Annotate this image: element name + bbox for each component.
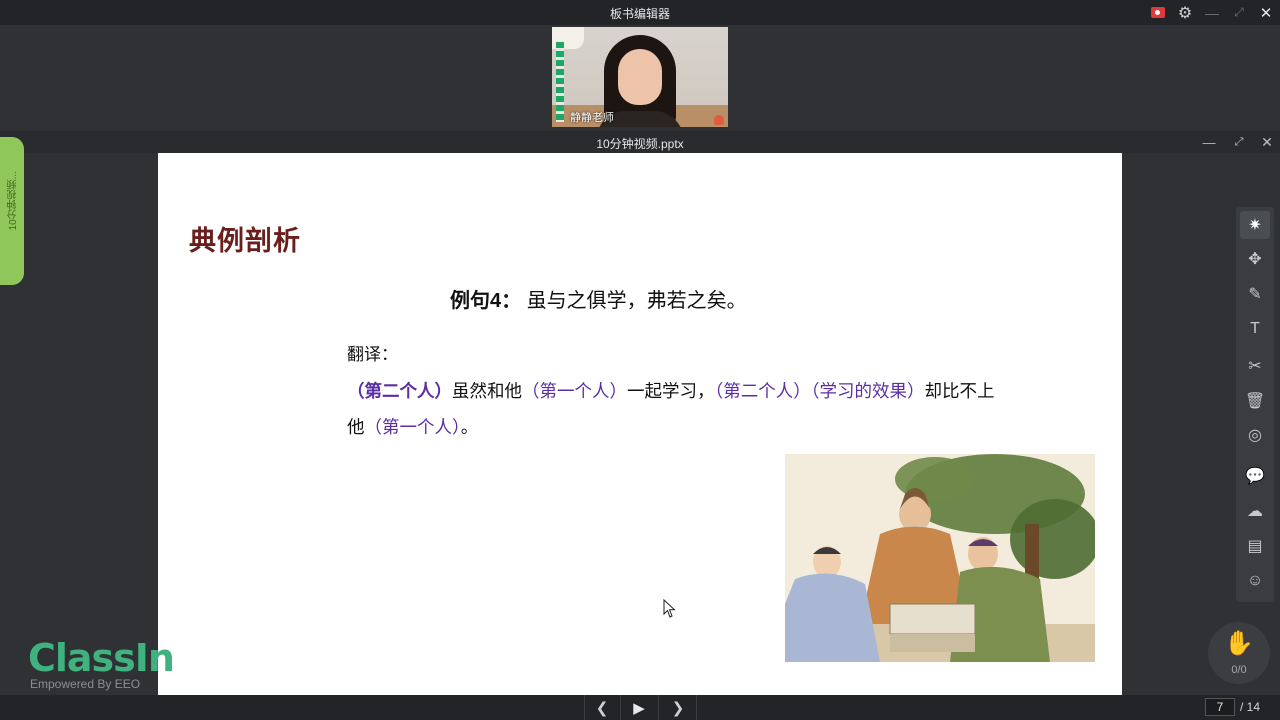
window-title: 板书编辑器 (609, 7, 670, 21)
text-tool-button[interactable]: T (1240, 315, 1270, 343)
translation-part: （第二个人） (347, 381, 452, 401)
document-close-button[interactable]: ✕ (1258, 133, 1276, 151)
teacher-name-label: 静静老师 (570, 112, 614, 124)
tool-panel: ✷ ✥ ✎ T ✂ 🗑 ◎ 💬 ☁ ▤ ☺ (1236, 207, 1274, 602)
pointer-tool-button[interactable]: ✷ (1240, 211, 1270, 239)
chevron-right-icon: ❯ (671, 699, 685, 717)
close-icon: ✕ (1259, 4, 1273, 22)
pen-tool-button[interactable]: ✎ (1240, 280, 1270, 308)
trash-icon: 🗑 (1244, 393, 1266, 410)
play-icon: ▶ (633, 699, 645, 717)
members-icon: ☺ (1246, 572, 1264, 589)
cloud-tool-button[interactable]: ☁ (1240, 497, 1270, 525)
illustration-image (785, 454, 1095, 662)
laser-pointer-icon: ✷ (1248, 217, 1262, 234)
logo-brand: ClassIn (28, 636, 175, 680)
divider (696, 695, 697, 720)
scissors-icon: ✂ (1248, 358, 1262, 375)
microphone-icon[interactable] (714, 115, 724, 125)
translation-part: （第一个人） (522, 381, 627, 401)
teacher-video[interactable]: 静静老师 (552, 27, 728, 127)
eraser-tool-button[interactable]: ◎ (1240, 421, 1270, 449)
divider (658, 695, 659, 720)
translation-part: 虽然和他 (452, 381, 522, 401)
classin-logo: ClassIn Empowered By EEO (28, 636, 175, 696)
teacher-face (618, 49, 662, 105)
members-tool-button[interactable]: ☺ (1240, 567, 1270, 595)
toolbox-icon: ▤ (1247, 538, 1263, 555)
translation-part: 。 (460, 417, 479, 437)
slide-canvas[interactable]: 典例剖析 例句4： 虽与之俱学，弗若之矣。 翻译： （第二个人）虽然和他（第一个… (158, 153, 1122, 695)
scissors-tool-button[interactable]: ✂ (1240, 352, 1270, 380)
close-button[interactable]: ✕ (1256, 3, 1276, 22)
chevron-left-icon: ❮ (595, 699, 609, 717)
hand-raise-count: 0/0 (1231, 664, 1247, 676)
maximize-button[interactable]: ⤢ (1229, 3, 1249, 22)
slide-heading: 典例剖析 (189, 226, 301, 257)
close-icon: ✕ (1261, 133, 1273, 150)
chat-tool-button[interactable]: 💬 (1240, 462, 1270, 490)
cloud-icon: ☁ (1247, 503, 1263, 520)
document-side-tab[interactable]: 10分钟视频... (0, 137, 24, 285)
translation-text: （第二个人）虽然和他（第一个人）一起学习，（第二个人）（学习的效果）却比不上他（… (347, 373, 997, 445)
delete-tool-button[interactable]: 🗑 (1240, 387, 1270, 415)
page-number-input[interactable] (1205, 698, 1235, 716)
side-tab-label: 10分钟视频... (8, 171, 19, 231)
minimize-icon: — (1205, 4, 1219, 21)
classin-app: 板书编辑器 ⚙ — ⤢ ✕ 静静老师 10分钟视频.pptx — ⤢ ✕ 10分… (0, 0, 1280, 720)
title-bar: 板书编辑器 ⚙ — ⤢ ✕ (0, 0, 1280, 25)
pen-icon: ✎ (1248, 286, 1262, 303)
example-label: 例句4： (450, 290, 522, 312)
illustration-drawing (785, 454, 1095, 662)
chat-icon: 💬 (1245, 468, 1265, 485)
maximize-icon: ⤢ (1234, 5, 1244, 19)
next-slide-button[interactable]: ❯ (660, 695, 696, 720)
translation-part: （第二个人）（学习的效果） (714, 381, 925, 401)
slide-navigation-bar: ❮ ▶ ❯ / 14 (0, 695, 1280, 720)
gear-icon: ⚙ (1177, 4, 1193, 22)
minimize-icon: — (1202, 134, 1216, 150)
document-filename: 10分钟视频.pptx (596, 137, 684, 151)
page-total: / 14 (1240, 700, 1261, 714)
example-sentence: 虽与之俱学，弗若之矣。 (526, 290, 747, 312)
mouse-cursor-icon (663, 599, 676, 618)
record-icon (1151, 7, 1165, 18)
settings-button[interactable]: ⚙ (1175, 3, 1195, 22)
video-stripe (556, 42, 564, 122)
minimize-button[interactable]: — (1202, 3, 1222, 22)
play-slideshow-button[interactable]: ▶ (621, 695, 657, 720)
eraser-icon: ◎ (1248, 427, 1262, 444)
hand-icon: ✋ (1224, 630, 1254, 657)
translate-label: 翻译： (347, 345, 398, 364)
previous-slide-button[interactable]: ❮ (584, 695, 620, 720)
maximize-icon: ⤢ (1234, 135, 1244, 148)
document-title-bar[interactable]: 10分钟视频.pptx — ⤢ ✕ (0, 131, 1280, 153)
document-minimize-button[interactable]: — (1200, 133, 1218, 151)
text-icon: T (1250, 320, 1260, 337)
document-maximize-button[interactable]: ⤢ (1230, 133, 1248, 151)
example-sentence-line: 例句4： 虽与之俱学，弗若之矣。 (450, 284, 747, 313)
hand-raise-button[interactable]: ✋ 0/0 (1208, 622, 1270, 684)
select-move-icon: ✥ (1248, 251, 1262, 268)
toolbox-tool-button[interactable]: ▤ (1240, 532, 1270, 560)
select-move-tool-button[interactable]: ✥ (1240, 245, 1270, 273)
record-button[interactable] (1148, 3, 1168, 22)
translation-part: 一起学习， (627, 381, 715, 401)
translation-part: （第一个人） (364, 417, 461, 437)
